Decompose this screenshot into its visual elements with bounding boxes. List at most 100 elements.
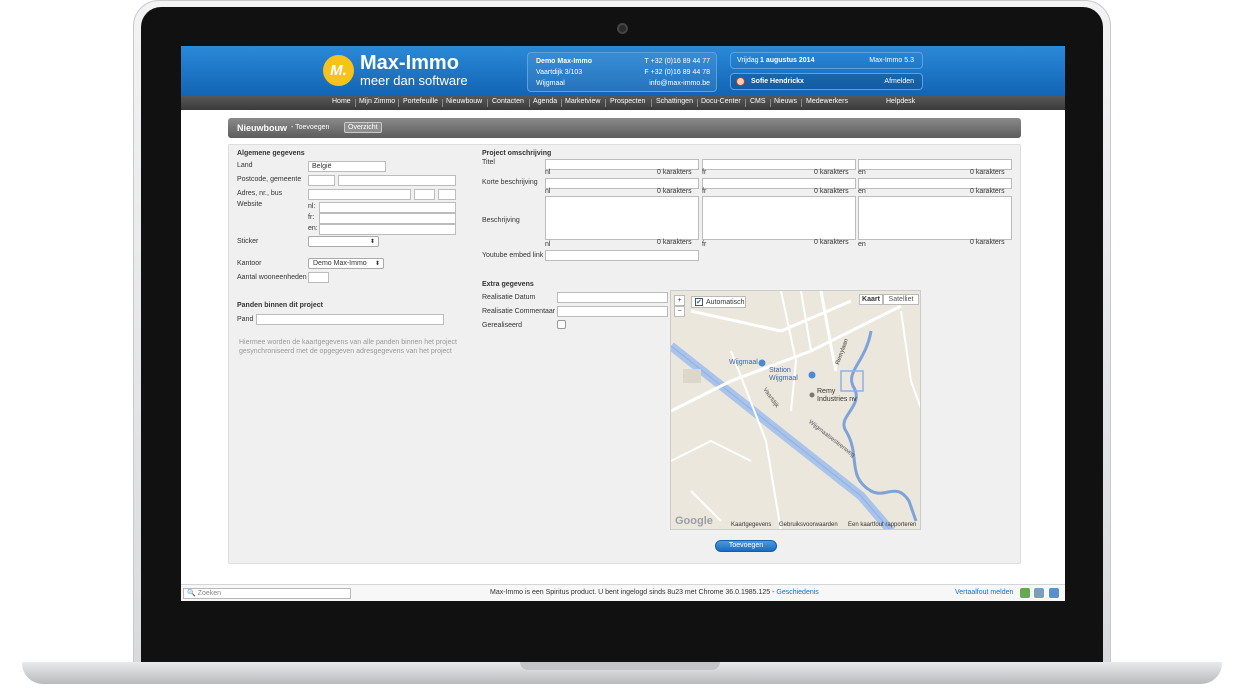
nav-item-medewerkers[interactable]: Medewerkers	[806, 98, 848, 105]
short-fr-counter: 0 karakters	[814, 188, 849, 195]
address-label: Adres, nr., bus	[237, 190, 283, 197]
nav-item-marketview[interactable]: Marketview	[565, 98, 600, 105]
search-input[interactable]: 🔍 Zoeken	[183, 588, 351, 599]
app-header: M. Max-Immo meer dan software Demo Max-I…	[181, 46, 1065, 96]
add-button[interactable]: Toevoegen	[715, 540, 777, 552]
youtube-input[interactable]	[545, 250, 699, 261]
auto-toggle[interactable]: ✔ Automatisch	[691, 296, 746, 308]
desc-en-lang: en	[858, 241, 866, 248]
nav-item-docu-center[interactable]: Docu-Center	[701, 98, 741, 105]
sticker-select[interactable]: ⬍	[308, 236, 379, 247]
title-nl-lang: nl	[545, 169, 551, 176]
brand-tagline: meer dan software	[360, 73, 468, 88]
nav-item-agenda[interactable]: Agenda	[533, 98, 557, 105]
nav-item-helpdesk[interactable]: Helpdesk	[886, 98, 915, 105]
website-label: Website	[237, 201, 263, 208]
desc-nl-textarea[interactable]	[545, 196, 699, 240]
postcode-input[interactable]	[308, 175, 335, 186]
logout-link[interactable]: Afmelden	[884, 78, 914, 85]
desc-fr-lang: fr	[702, 241, 707, 248]
nav-item-nieuws[interactable]: Nieuws	[774, 98, 797, 105]
nav-item-mijn-zimmo[interactable]: Mijn Zimmo	[359, 98, 395, 105]
realisation-date-input[interactable]	[557, 292, 668, 303]
desc-en-textarea[interactable]	[858, 196, 1012, 240]
page-subtitle: - Toevoegen	[291, 124, 330, 131]
map-attr-report[interactable]: Een kaartfout rapporteren	[848, 522, 916, 528]
realised-label: Gerealiseerd	[482, 322, 523, 329]
history-link[interactable]: Geschiedenis	[776, 589, 818, 596]
office-street: Vaartdijk 3/103	[536, 69, 583, 76]
sticker-label: Sticker	[237, 238, 259, 245]
desc-fr-textarea[interactable]	[702, 196, 856, 240]
map-attr-data[interactable]: Kaartgegevens	[731, 522, 771, 528]
nav-item-cms[interactable]: CMS	[750, 98, 766, 105]
postcode-label: Postcode, gemeente	[237, 176, 302, 183]
title-fr-lang: fr	[702, 169, 707, 176]
website-nl-label: nl:	[308, 203, 316, 210]
website-fr-label: fr:	[308, 214, 315, 221]
location-map[interactable]: Wijgmaal Station Wijgmaal Remy Industrie…	[670, 290, 921, 530]
screenshot-icon[interactable]	[1034, 588, 1044, 598]
overview-button[interactable]: Overzicht	[344, 122, 382, 133]
street-input[interactable]	[308, 189, 411, 200]
office-select[interactable]: Demo Max-Immo ⬍	[308, 258, 384, 269]
user-add-icon[interactable]	[1020, 588, 1030, 598]
nav-item-portefeuille[interactable]: Portefeuille	[403, 98, 438, 105]
settings-icon[interactable]	[1049, 588, 1059, 598]
realisation-comment-label: Realisatie Commentaar	[482, 308, 556, 315]
short-en-lang: en	[858, 188, 866, 195]
title-nl-counter: 0 karakters	[657, 169, 692, 176]
number-input[interactable]	[414, 189, 435, 200]
nav-item-home[interactable]: Home	[332, 98, 351, 105]
box-input[interactable]	[438, 189, 456, 200]
user-name: Sofie Hendrickx	[751, 78, 804, 85]
max-immo-logo-icon[interactable]: M.	[323, 55, 354, 86]
desc-nl-counter: 0 karakters	[657, 239, 692, 246]
user-box: Sofie Hendrickx Afmelden	[730, 73, 923, 90]
realised-checkbox[interactable]	[557, 320, 566, 329]
office-label: Kantoor	[237, 260, 262, 267]
status-text: Max-Immo is een Spiritus product. U bent…	[490, 589, 819, 596]
website-en-input[interactable]	[319, 224, 456, 235]
city-input[interactable]	[338, 175, 456, 186]
title-fr-counter: 0 karakters	[814, 169, 849, 176]
nav-item-prospecten[interactable]: Prospecten	[610, 98, 645, 105]
units-input[interactable]	[308, 272, 329, 283]
search-icon: 🔍	[187, 590, 196, 597]
map-label-wijgmaal: Wijgmaal	[729, 359, 758, 366]
office-phone: T +32 (0)16 89 44 77	[644, 58, 710, 65]
title-en-lang: en	[858, 169, 866, 176]
title-label: Titel	[482, 159, 495, 166]
nav-item-contacten[interactable]: Contacten	[492, 98, 524, 105]
map-type-satellite-tab[interactable]: Satelliet	[883, 294, 919, 305]
extra-heading: Extra gegevens	[482, 281, 534, 288]
pand-input[interactable]	[256, 314, 444, 325]
day-label: Vrijdag	[737, 57, 759, 64]
zoom-in-button[interactable]: +	[674, 295, 685, 306]
page-title: Nieuwbouw	[237, 123, 287, 133]
user-avatar-icon	[736, 77, 745, 86]
website-nl-input[interactable]	[319, 202, 456, 213]
search-placeholder: Zoeken	[197, 590, 222, 597]
map-label-station: Station Wijgmaal	[769, 367, 798, 382]
map-type-kaart-tab[interactable]: Kaart	[859, 294, 883, 305]
title-en-counter: 0 karakters	[970, 169, 1005, 176]
date-box: Vrijdag 1 augustus 2014 Max-Immo 5.3	[730, 52, 923, 69]
map-label-remy: Remy Industries nv	[817, 388, 857, 403]
land-input[interactable]: België	[308, 161, 386, 172]
website-fr-input[interactable]	[319, 213, 456, 224]
page-title-bar: Nieuwbouw - Toevoegen Overzicht	[228, 118, 1021, 138]
office-city: Wijgmaal	[536, 80, 565, 87]
short-nl-lang: nl	[545, 188, 551, 195]
nav-item-schattingen[interactable]: Schattingen	[656, 98, 693, 105]
office-email[interactable]: info@max-immo.be	[649, 80, 710, 87]
map-attr-terms[interactable]: Gebruiksvoorwaarden	[779, 522, 838, 528]
general-heading: Algemene gegevens	[237, 150, 305, 157]
office-select-value: Demo Max-Immo	[313, 260, 367, 267]
realisation-comment-input[interactable]	[557, 306, 668, 317]
current-date: 1 augustus 2014	[760, 57, 815, 64]
report-translation-link[interactable]: Vertaalfout melden	[955, 589, 1013, 596]
brand-name: Max-Immo	[360, 52, 459, 74]
nav-item-nieuwbouw[interactable]: Nieuwbouw	[446, 98, 482, 105]
zoom-out-button[interactable]: −	[674, 306, 685, 317]
